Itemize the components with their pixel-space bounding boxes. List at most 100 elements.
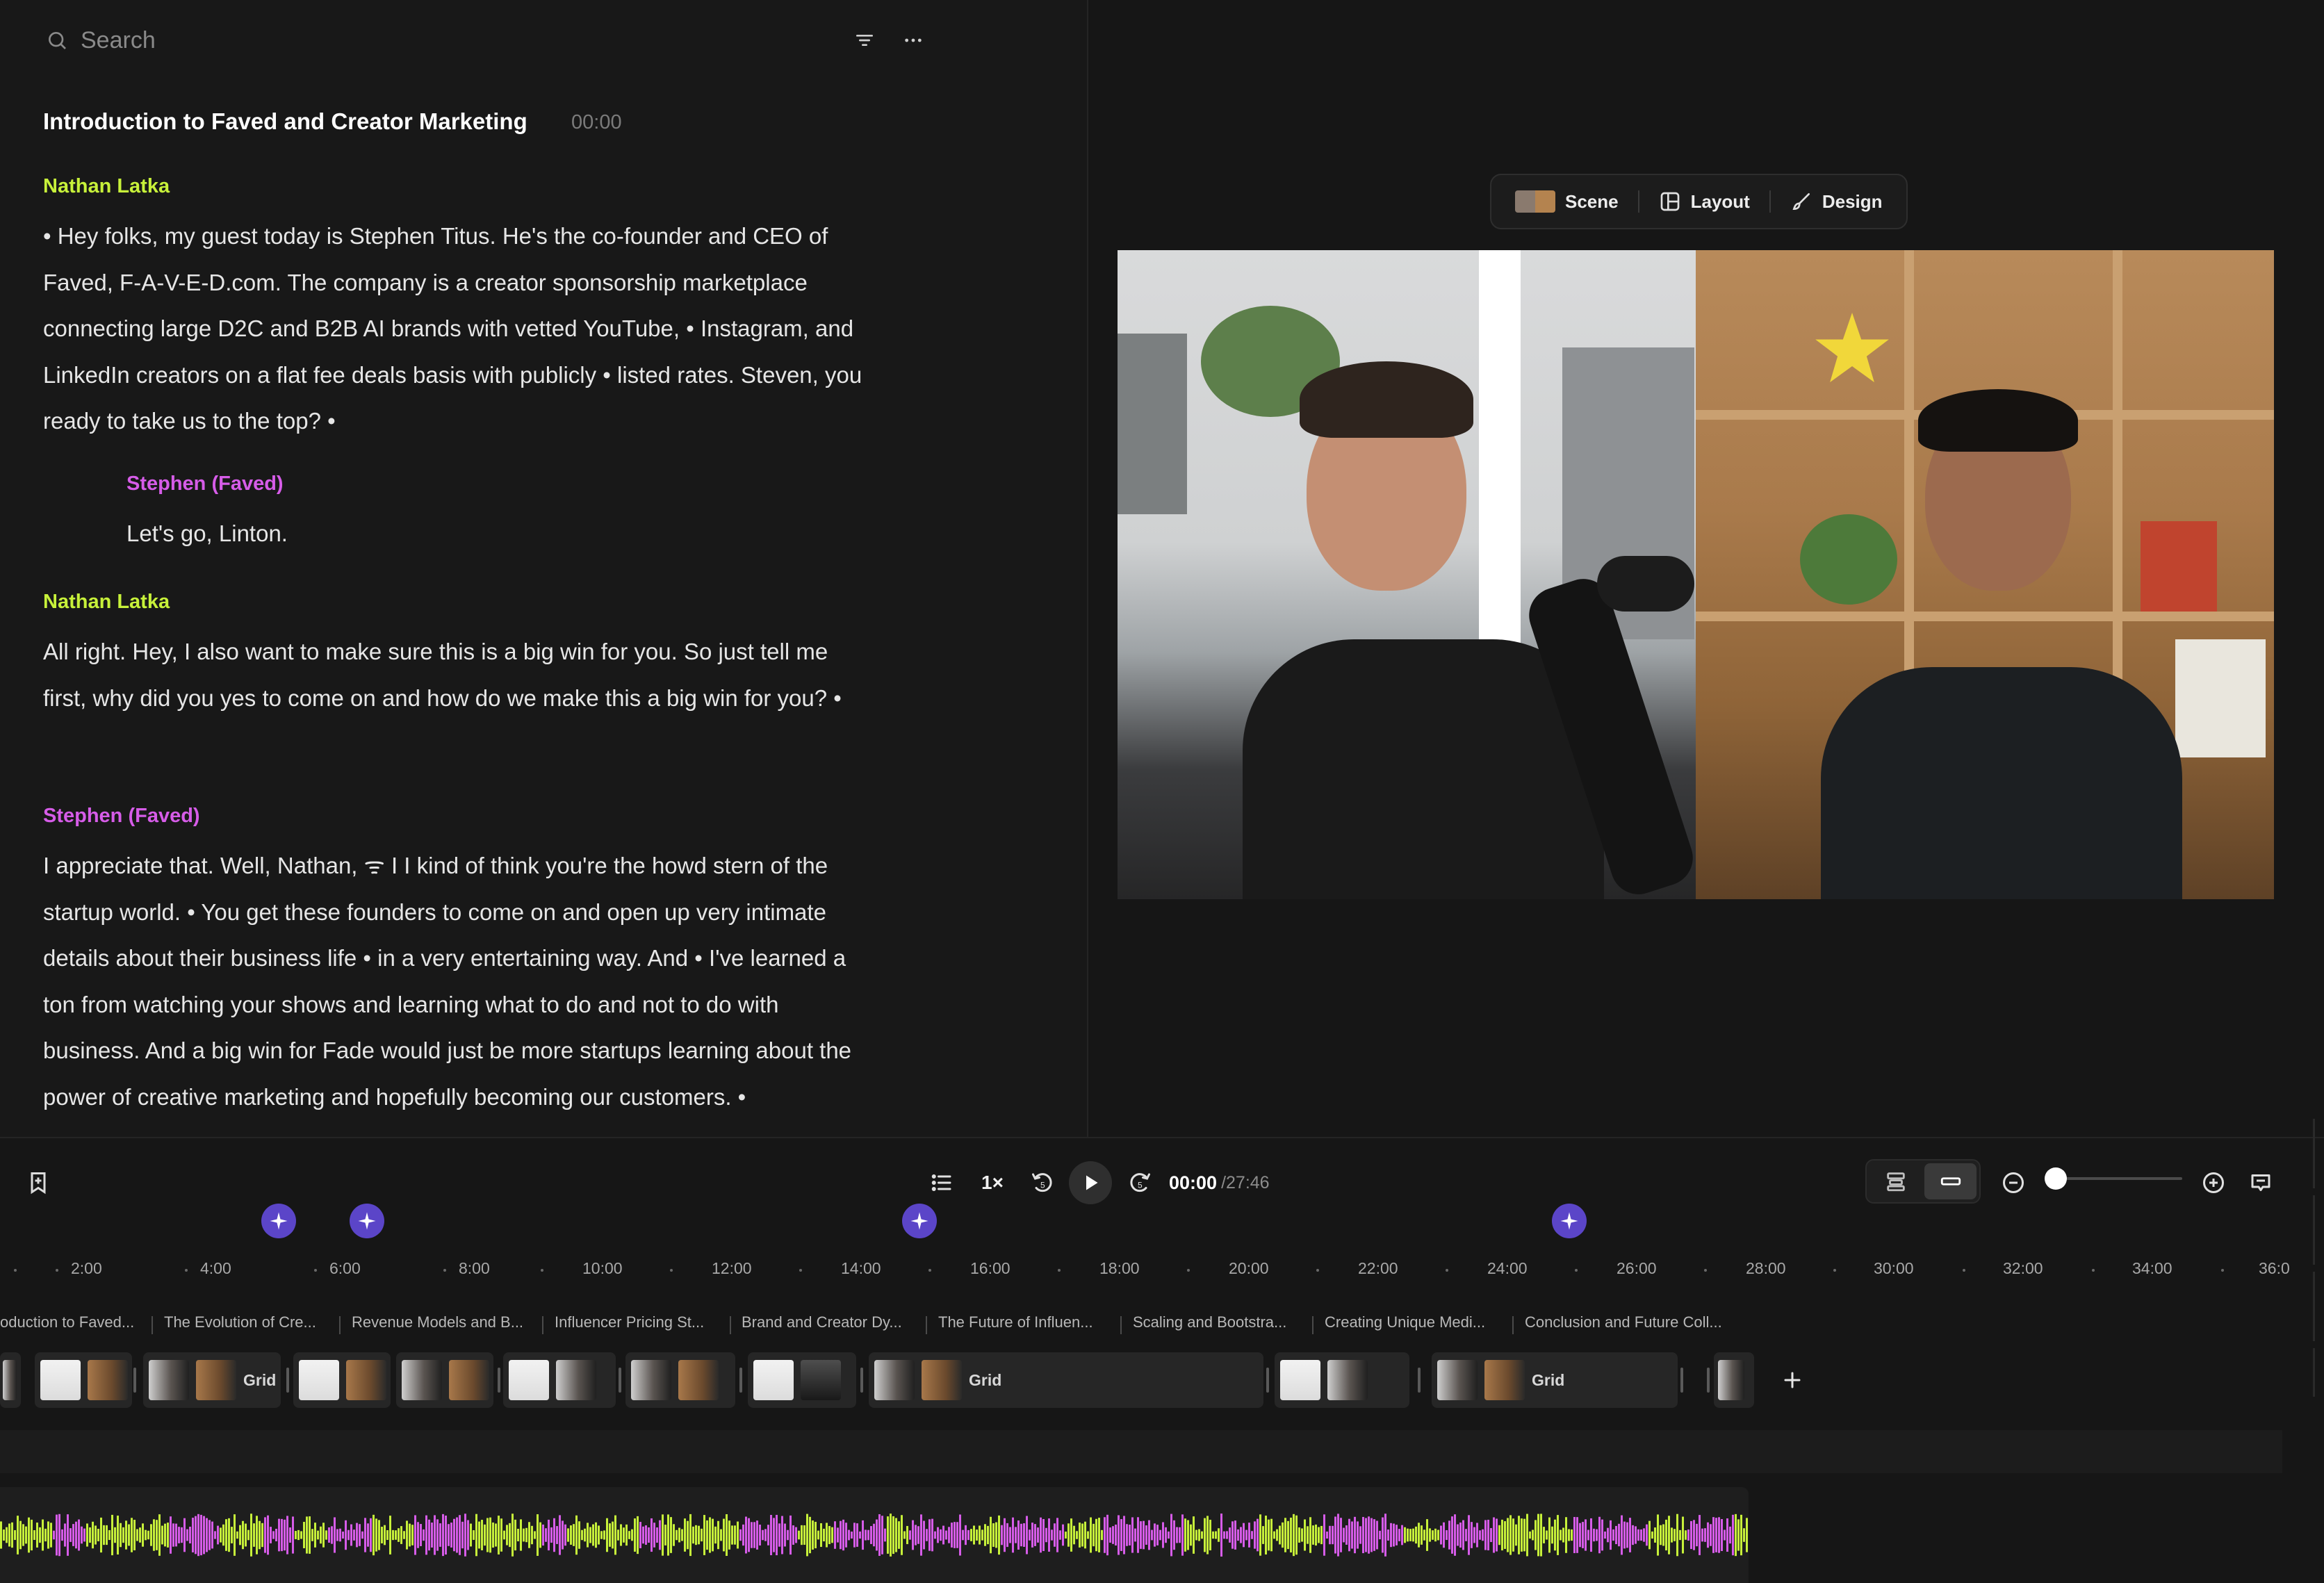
ai-marker[interactable] bbox=[261, 1204, 296, 1238]
clip-thumbnail bbox=[40, 1360, 81, 1400]
forward-5-button[interactable]: 5 bbox=[1122, 1162, 1158, 1204]
ai-marker[interactable] bbox=[902, 1204, 937, 1238]
clip-trim-handle[interactable] bbox=[619, 1368, 621, 1393]
clip-trim-handle[interactable] bbox=[133, 1368, 136, 1393]
search-icon bbox=[49, 32, 66, 49]
scene-clip[interactable] bbox=[748, 1352, 856, 1408]
audio-waveform-track[interactable] bbox=[0, 1487, 1749, 1583]
transcript-text[interactable]: • Hey folks, my guest today is Stephen T… bbox=[43, 213, 877, 445]
clip-trim-handle[interactable] bbox=[498, 1368, 500, 1393]
transcript-block[interactable]: Stephen (Faved) Let's go, Linton. bbox=[126, 473, 877, 557]
clip-trim-handle[interactable] bbox=[1418, 1368, 1421, 1393]
layout-button[interactable]: Layout bbox=[1644, 181, 1765, 222]
scene-clip[interactable] bbox=[625, 1352, 735, 1408]
scene-clip[interactable] bbox=[35, 1352, 132, 1408]
waveform-bar bbox=[470, 1523, 472, 1547]
captions-button[interactable] bbox=[2245, 1162, 2277, 1204]
waveform-bar bbox=[1496, 1518, 1498, 1552]
video-preview[interactable] bbox=[1118, 250, 2274, 899]
transcript-text[interactable]: Let's go, Linton. bbox=[126, 511, 877, 557]
waveform-bar bbox=[228, 1518, 230, 1552]
scene-clip[interactable]: Grid bbox=[869, 1352, 1263, 1408]
chapter-timestamp[interactable]: 00:00 bbox=[571, 111, 622, 134]
speaker-name[interactable]: Nathan Latka bbox=[43, 591, 870, 614]
clip-trim-handle[interactable] bbox=[739, 1368, 742, 1393]
clip-trim-handle[interactable] bbox=[286, 1368, 289, 1393]
chapter-segment[interactable]: Scaling and Bootstra... bbox=[1133, 1313, 1286, 1331]
ai-marker[interactable] bbox=[350, 1204, 384, 1238]
clip-trim-handle[interactable] bbox=[1707, 1368, 1710, 1393]
zoom-slider-track[interactable] bbox=[2056, 1177, 2182, 1180]
chapter-segment[interactable]: oduction to Faved... bbox=[0, 1313, 134, 1331]
add-bookmark-button[interactable] bbox=[21, 1162, 56, 1204]
compact-view-button[interactable] bbox=[1924, 1163, 1977, 1199]
scene-clip[interactable] bbox=[293, 1352, 391, 1408]
waveform-bar bbox=[275, 1528, 277, 1542]
scene-clip[interactable] bbox=[1714, 1352, 1754, 1408]
waveform-bar bbox=[481, 1520, 483, 1550]
transcript-block[interactable]: Nathan Latka All right. Hey, I also want… bbox=[43, 591, 870, 721]
scene-clip[interactable] bbox=[503, 1352, 616, 1408]
design-button[interactable]: Design bbox=[1775, 181, 1898, 222]
waveform-bar bbox=[1635, 1526, 1637, 1544]
clip-trim-handle[interactable] bbox=[1266, 1368, 1269, 1393]
waveform-bar bbox=[1376, 1520, 1378, 1550]
waveform-bar bbox=[381, 1527, 383, 1543]
ruler-label: 18:00 bbox=[1099, 1259, 1140, 1277]
chapter-segment[interactable]: The Future of Influen... bbox=[938, 1313, 1093, 1331]
waveform-bar bbox=[884, 1528, 886, 1542]
clip-trim-handle[interactable] bbox=[860, 1368, 863, 1393]
more-options-icon[interactable] bbox=[898, 25, 928, 56]
add-scene-button[interactable] bbox=[1774, 1358, 1811, 1402]
waveform-bar bbox=[44, 1528, 47, 1542]
scene-clip[interactable]: Grid bbox=[1432, 1352, 1678, 1408]
waveform-bar bbox=[192, 1518, 194, 1552]
chapter-title[interactable]: Introduction to Faved and Creator Market… bbox=[43, 108, 527, 135]
empty-track[interactable] bbox=[0, 1430, 2282, 1473]
waveform-bar bbox=[1671, 1527, 1673, 1543]
transcript-block[interactable]: Stephen (Faved) I appreciate that. Well,… bbox=[43, 805, 877, 1120]
chapter-segment[interactable]: Influencer Pricing St... bbox=[555, 1313, 704, 1331]
chapter-segment[interactable]: Brand and Creator Dy... bbox=[742, 1313, 902, 1331]
time-ruler[interactable]: 2:00 4:00 6:00 8:00 10:00 12:00 14:00 16… bbox=[0, 1259, 2324, 1287]
waveform-bar bbox=[225, 1519, 227, 1551]
waveform-bar bbox=[859, 1531, 861, 1539]
waveform-bar bbox=[322, 1523, 325, 1548]
chapter-segment[interactable]: The Evolution of Cre... bbox=[164, 1313, 316, 1331]
scene-clip[interactable]: Grid bbox=[143, 1352, 281, 1408]
ai-marker[interactable] bbox=[1552, 1204, 1587, 1238]
waveform-bar bbox=[742, 1524, 744, 1546]
zoom-in-button[interactable] bbox=[2198, 1162, 2229, 1204]
chapter-segment[interactable]: Revenue Models and B... bbox=[352, 1313, 523, 1331]
transcript-text[interactable]: I appreciate that. Well, Nathan, ᯤ I I k… bbox=[43, 843, 877, 1120]
transcript-text[interactable]: All right. Hey, I also want to make sure… bbox=[43, 629, 870, 721]
waveform-bar bbox=[478, 1521, 480, 1549]
waveform-bar bbox=[512, 1514, 514, 1557]
chapters-list-button[interactable] bbox=[924, 1162, 959, 1204]
chapter-segment[interactable]: Creating Unique Medi... bbox=[1325, 1313, 1485, 1331]
speaker-name[interactable]: Nathan Latka bbox=[43, 175, 877, 198]
waveform-bar bbox=[625, 1524, 628, 1546]
rewind-5-button[interactable]: 5 bbox=[1024, 1162, 1061, 1204]
filter-icon[interactable] bbox=[849, 25, 880, 56]
scene-clip[interactable] bbox=[0, 1352, 21, 1408]
waveform-bar bbox=[345, 1520, 347, 1550]
clip-trim-handle[interactable] bbox=[1680, 1368, 1683, 1393]
expanded-view-button[interactable] bbox=[1869, 1163, 1922, 1199]
zoom-slider-handle[interactable] bbox=[2045, 1167, 2067, 1190]
scene-clip[interactable] bbox=[1275, 1352, 1409, 1408]
waveform-bar bbox=[650, 1518, 653, 1552]
waveform-bar bbox=[1187, 1520, 1189, 1550]
transcript-block[interactable]: Nathan Latka • Hey folks, my guest today… bbox=[43, 175, 877, 445]
scene-clip[interactable] bbox=[396, 1352, 493, 1408]
speaker-name[interactable]: Stephen (Faved) bbox=[126, 473, 877, 495]
speaker-name[interactable]: Stephen (Faved) bbox=[43, 805, 877, 828]
zoom-out-button[interactable] bbox=[1997, 1162, 2029, 1204]
search-bar[interactable]: Search bbox=[46, 21, 156, 60]
chapter-segment[interactable]: Conclusion and Future Coll... bbox=[1525, 1313, 1722, 1331]
search-input[interactable]: Search bbox=[81, 27, 156, 54]
waveform-bar bbox=[242, 1520, 244, 1550]
playback-speed-button[interactable]: 1× bbox=[974, 1162, 1010, 1204]
play-button[interactable] bbox=[1069, 1161, 1112, 1204]
scene-button[interactable]: Scene bbox=[1500, 181, 1634, 222]
